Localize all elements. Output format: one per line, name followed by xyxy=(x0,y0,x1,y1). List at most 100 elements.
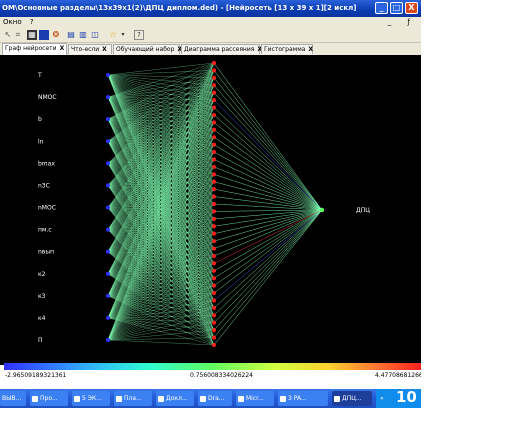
window-icon[interactable]: ▥ xyxy=(78,30,88,40)
mdi-restore-button[interactable]: ƒ xyxy=(408,18,414,26)
hidden-node[interactable] xyxy=(212,328,216,333)
hidden-node[interactable] xyxy=(212,90,216,95)
task-item[interactable]: ВЫВ... xyxy=(0,391,26,406)
chart-icon[interactable]: ▦ xyxy=(27,30,37,40)
hidden-node[interactable] xyxy=(212,172,216,177)
input-node[interactable] xyxy=(106,227,110,232)
task-label: 5 ЭК... xyxy=(82,395,102,402)
hidden-node[interactable] xyxy=(212,164,216,169)
split-icon[interactable]: ◫ xyxy=(90,30,100,40)
hidden-node[interactable] xyxy=(212,135,216,140)
clock: 10 xyxy=(396,388,417,406)
mdi-minimize-button[interactable]: _ xyxy=(388,18,396,26)
input-node[interactable] xyxy=(106,161,110,166)
hidden-node[interactable] xyxy=(212,98,216,103)
menu-help[interactable]: ? xyxy=(30,18,34,26)
input-node[interactable] xyxy=(106,249,110,254)
hidden-node[interactable] xyxy=(212,246,216,251)
menu-window[interactable]: Окно xyxy=(3,18,22,26)
input-node[interactable] xyxy=(106,205,110,210)
hidden-node[interactable] xyxy=(212,253,216,258)
input-node[interactable] xyxy=(106,271,110,276)
hidden-node[interactable] xyxy=(212,187,216,192)
tab-what-if[interactable]: Что-если X xyxy=(68,44,112,54)
hidden-node[interactable] xyxy=(212,283,216,288)
tab-close-icon[interactable]: X xyxy=(60,45,65,52)
task-item[interactable]: 5 ЭК... xyxy=(72,391,110,406)
network-graph-canvas[interactable]: T NMOC b ln bmax n3C nMOC пм.с nвып к2 к3 к4 П ДПЦ xyxy=(0,55,421,365)
hidden-node[interactable] xyxy=(212,291,216,296)
hidden-node[interactable] xyxy=(212,157,216,162)
input-node[interactable] xyxy=(106,117,110,122)
hidden-node[interactable] xyxy=(212,209,216,214)
input-node[interactable] xyxy=(106,183,110,188)
hidden-node[interactable] xyxy=(212,150,216,155)
hidden-node[interactable] xyxy=(212,335,216,340)
hidden-node[interactable] xyxy=(212,202,216,206)
hidden-node[interactable] xyxy=(212,120,216,125)
hidden-node[interactable] xyxy=(212,343,216,347)
help-icon[interactable]: ? xyxy=(134,30,144,40)
table-icon[interactable] xyxy=(39,30,49,40)
tab-histogram[interactable]: Гистограмма X xyxy=(261,44,313,54)
hidden-node[interactable] xyxy=(212,239,216,244)
layout-icon[interactable]: ❂ xyxy=(51,30,61,40)
edge-input-hidden xyxy=(107,62,215,76)
cursor-icon[interactable]: ↖ xyxy=(3,30,13,40)
minimize-button[interactable]: _ xyxy=(375,2,388,14)
input-node[interactable] xyxy=(106,315,110,320)
task-label: ДПЦ... xyxy=(342,395,362,402)
tab-scatter-plot[interactable]: Диаграмма рассеяния X xyxy=(181,44,262,54)
hidden-node[interactable] xyxy=(212,68,216,73)
maximize-button[interactable]: □ xyxy=(390,2,403,14)
hidden-node[interactable] xyxy=(212,142,216,147)
task-item[interactable]: Micr... xyxy=(236,391,274,406)
input-node[interactable] xyxy=(106,95,110,100)
hidden-node[interactable] xyxy=(212,61,216,65)
chevron-down-icon[interactable]: ▾ xyxy=(118,30,128,40)
hidden-node[interactable] xyxy=(212,112,216,117)
input-node[interactable] xyxy=(106,293,110,298)
tray-expand-icon[interactable]: « xyxy=(380,395,384,402)
star-icon[interactable]: ☆ xyxy=(108,30,118,40)
hidden-node[interactable] xyxy=(212,320,216,325)
edge-hidden-output xyxy=(213,77,323,211)
hidden-node[interactable] xyxy=(212,268,216,273)
hidden-node[interactable] xyxy=(212,83,216,88)
tab-network-graph[interactable]: Граф нейросети X xyxy=(2,43,67,55)
hidden-node[interactable] xyxy=(212,179,216,184)
input-node[interactable] xyxy=(106,338,110,342)
task-item[interactable]: Пла... xyxy=(114,391,152,406)
task-item[interactable]: 3 PA... xyxy=(278,391,328,406)
layers-icon[interactable]: ▤ xyxy=(66,30,76,40)
input-node[interactable] xyxy=(106,139,110,144)
hidden-node[interactable] xyxy=(212,261,216,266)
hidden-node[interactable] xyxy=(212,298,216,303)
input-node[interactable] xyxy=(106,73,110,77)
hidden-node[interactable] xyxy=(212,75,216,80)
app-icon xyxy=(74,395,80,402)
hidden-node[interactable] xyxy=(212,231,216,236)
tab-close-icon[interactable]: X xyxy=(308,46,313,53)
window-titlebar[interactable]: OM\Основные разделы\13х39х1(2)\ДПЦ дипло… xyxy=(0,0,421,17)
hidden-node[interactable] xyxy=(212,224,216,229)
task-label: Dra... xyxy=(208,395,225,402)
task-item-active[interactable]: ДПЦ... xyxy=(332,391,372,406)
tab-label: Гистограмма xyxy=(264,46,306,53)
tab-close-icon[interactable]: X xyxy=(102,46,107,53)
output-node[interactable] xyxy=(319,207,325,213)
edge-hidden-output xyxy=(213,209,323,272)
tab-training-set[interactable]: Обучающий набор X xyxy=(113,44,182,54)
task-item[interactable]: Про... xyxy=(30,391,68,406)
hidden-node[interactable] xyxy=(212,216,216,221)
hidden-node[interactable] xyxy=(212,105,216,110)
close-button[interactable]: X xyxy=(405,2,418,14)
hidden-node[interactable] xyxy=(212,313,216,318)
hidden-node[interactable] xyxy=(212,276,216,281)
task-item[interactable]: Докл... xyxy=(156,391,194,406)
hidden-node[interactable] xyxy=(212,127,216,132)
hidden-node[interactable] xyxy=(212,194,216,199)
grid-icon[interactable]: ⌗ xyxy=(13,30,23,40)
hidden-node[interactable] xyxy=(212,305,216,310)
task-item[interactable]: Dra... xyxy=(198,391,232,406)
